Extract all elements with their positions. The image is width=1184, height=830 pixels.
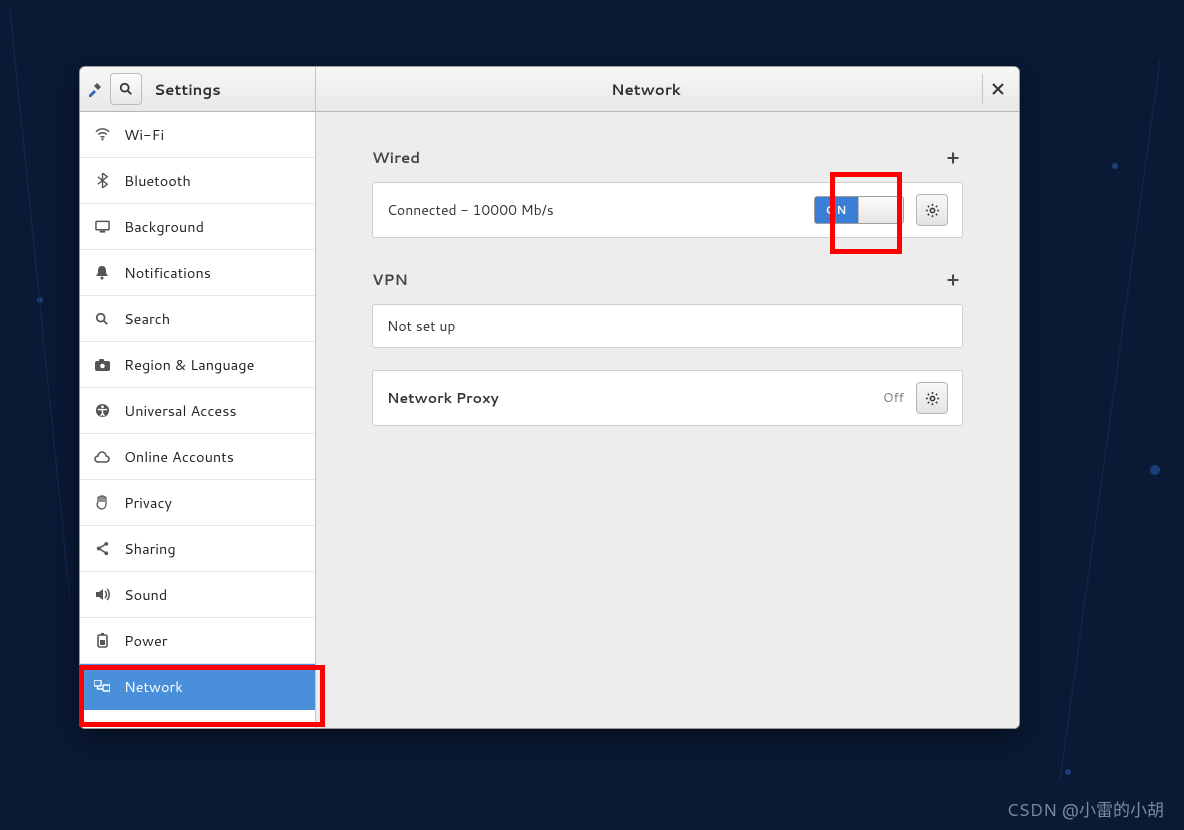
wifi-icon bbox=[94, 127, 110, 142]
add-wired-button[interactable]: + bbox=[943, 144, 963, 170]
sidebar-item-universal-access[interactable]: Universal Access bbox=[80, 388, 315, 434]
wired-settings-button[interactable] bbox=[916, 194, 948, 226]
display-icon bbox=[94, 220, 110, 233]
sidebar-label: Notifications bbox=[124, 262, 211, 283]
tools-icon bbox=[86, 80, 104, 98]
page-title: Network bbox=[322, 79, 970, 100]
content-headerbar: Network bbox=[316, 67, 1019, 112]
camera-icon bbox=[94, 359, 110, 371]
bell-icon bbox=[94, 265, 110, 280]
close-button[interactable] bbox=[982, 74, 1013, 104]
switch-knob bbox=[858, 197, 903, 223]
sidebar-label: Wi-Fi bbox=[124, 124, 164, 145]
sidebar-item-bluetooth[interactable]: Bluetooth bbox=[80, 158, 315, 204]
sidebar-label: Power bbox=[124, 630, 167, 651]
add-vpn-button[interactable]: + bbox=[943, 266, 963, 292]
app-title: Settings bbox=[148, 79, 309, 100]
sidebar-label: Network bbox=[124, 676, 183, 697]
sidebar-item-privacy[interactable]: Privacy bbox=[80, 480, 315, 526]
wired-connection-row[interactable]: Connected - 10000 Mb/s ON bbox=[373, 183, 962, 237]
vpn-list: Not set up bbox=[372, 304, 963, 348]
vpn-heading: VPN bbox=[372, 269, 408, 290]
proxy-row[interactable]: Network Proxy Off bbox=[373, 371, 962, 425]
sidebar-list: Wi-Fi Bluetooth Background Notifications… bbox=[80, 112, 315, 728]
vpn-section-header: VPN + bbox=[372, 266, 963, 292]
search-icon bbox=[94, 312, 110, 326]
content-pane: Network Wired + Connected - 10000 Mb/s O… bbox=[316, 67, 1019, 728]
sidebar-label: Region & Language bbox=[124, 354, 254, 375]
sidebar-label: Sound bbox=[124, 584, 167, 605]
proxy-settings-button[interactable] bbox=[916, 382, 948, 414]
search-button[interactable] bbox=[110, 73, 142, 105]
bluetooth-icon bbox=[94, 173, 110, 188]
sidebar-label: Universal Access bbox=[124, 400, 237, 421]
sidebar-item-search[interactable]: Search bbox=[80, 296, 315, 342]
power-icon bbox=[94, 633, 110, 648]
wired-heading: Wired bbox=[372, 147, 420, 168]
wired-status-label: Connected - 10000 Mb/s bbox=[387, 200, 802, 220]
cloud-icon bbox=[94, 451, 110, 463]
network-content: Wired + Connected - 10000 Mb/s ON VPN bbox=[316, 112, 1019, 728]
watermark: CSDN @小雷的小胡 bbox=[1006, 796, 1164, 822]
share-icon bbox=[94, 541, 110, 556]
proxy-list: Network Proxy Off bbox=[372, 370, 963, 426]
sidebar-pane: Settings Wi-Fi Bluetooth Background Noti… bbox=[80, 67, 316, 728]
sidebar-item-region-language[interactable]: Region & Language bbox=[80, 342, 315, 388]
sidebar-label: Bluetooth bbox=[124, 170, 191, 191]
proxy-label: Network Proxy bbox=[387, 388, 871, 408]
settings-window: Settings Wi-Fi Bluetooth Background Noti… bbox=[79, 66, 1020, 729]
switch-on-label: ON bbox=[815, 197, 858, 223]
sidebar-item-wifi[interactable]: Wi-Fi bbox=[80, 112, 315, 158]
sidebar-item-notifications[interactable]: Notifications bbox=[80, 250, 315, 296]
sidebar-label: Sharing bbox=[124, 538, 176, 559]
accessibility-icon bbox=[94, 403, 110, 418]
sidebar-headerbar: Settings bbox=[80, 67, 315, 112]
vpn-status-label: Not set up bbox=[387, 316, 948, 336]
sound-icon bbox=[94, 588, 110, 601]
vpn-row: Not set up bbox=[373, 305, 962, 347]
sidebar-label: Privacy bbox=[124, 492, 172, 513]
gear-icon bbox=[925, 203, 940, 218]
sidebar-item-power[interactable]: Power bbox=[80, 618, 315, 664]
sidebar-label: Search bbox=[124, 308, 170, 329]
hand-icon bbox=[94, 495, 110, 510]
sidebar-item-network[interactable]: Network bbox=[80, 664, 315, 710]
sidebar-item-sound[interactable]: Sound bbox=[80, 572, 315, 618]
wired-list: Connected - 10000 Mb/s ON bbox=[372, 182, 963, 238]
sidebar-item-background[interactable]: Background bbox=[80, 204, 315, 250]
sidebar-item-online-accounts[interactable]: Online Accounts bbox=[80, 434, 315, 480]
sidebar-label: Background bbox=[124, 216, 204, 237]
wired-section-header: Wired + bbox=[372, 144, 963, 170]
sidebar-label: Online Accounts bbox=[124, 446, 234, 467]
network-icon bbox=[94, 680, 110, 693]
proxy-state: Off bbox=[883, 389, 904, 407]
gear-icon bbox=[925, 391, 940, 406]
sidebar-item-sharing[interactable]: Sharing bbox=[80, 526, 315, 572]
wired-toggle[interactable]: ON bbox=[814, 196, 904, 224]
